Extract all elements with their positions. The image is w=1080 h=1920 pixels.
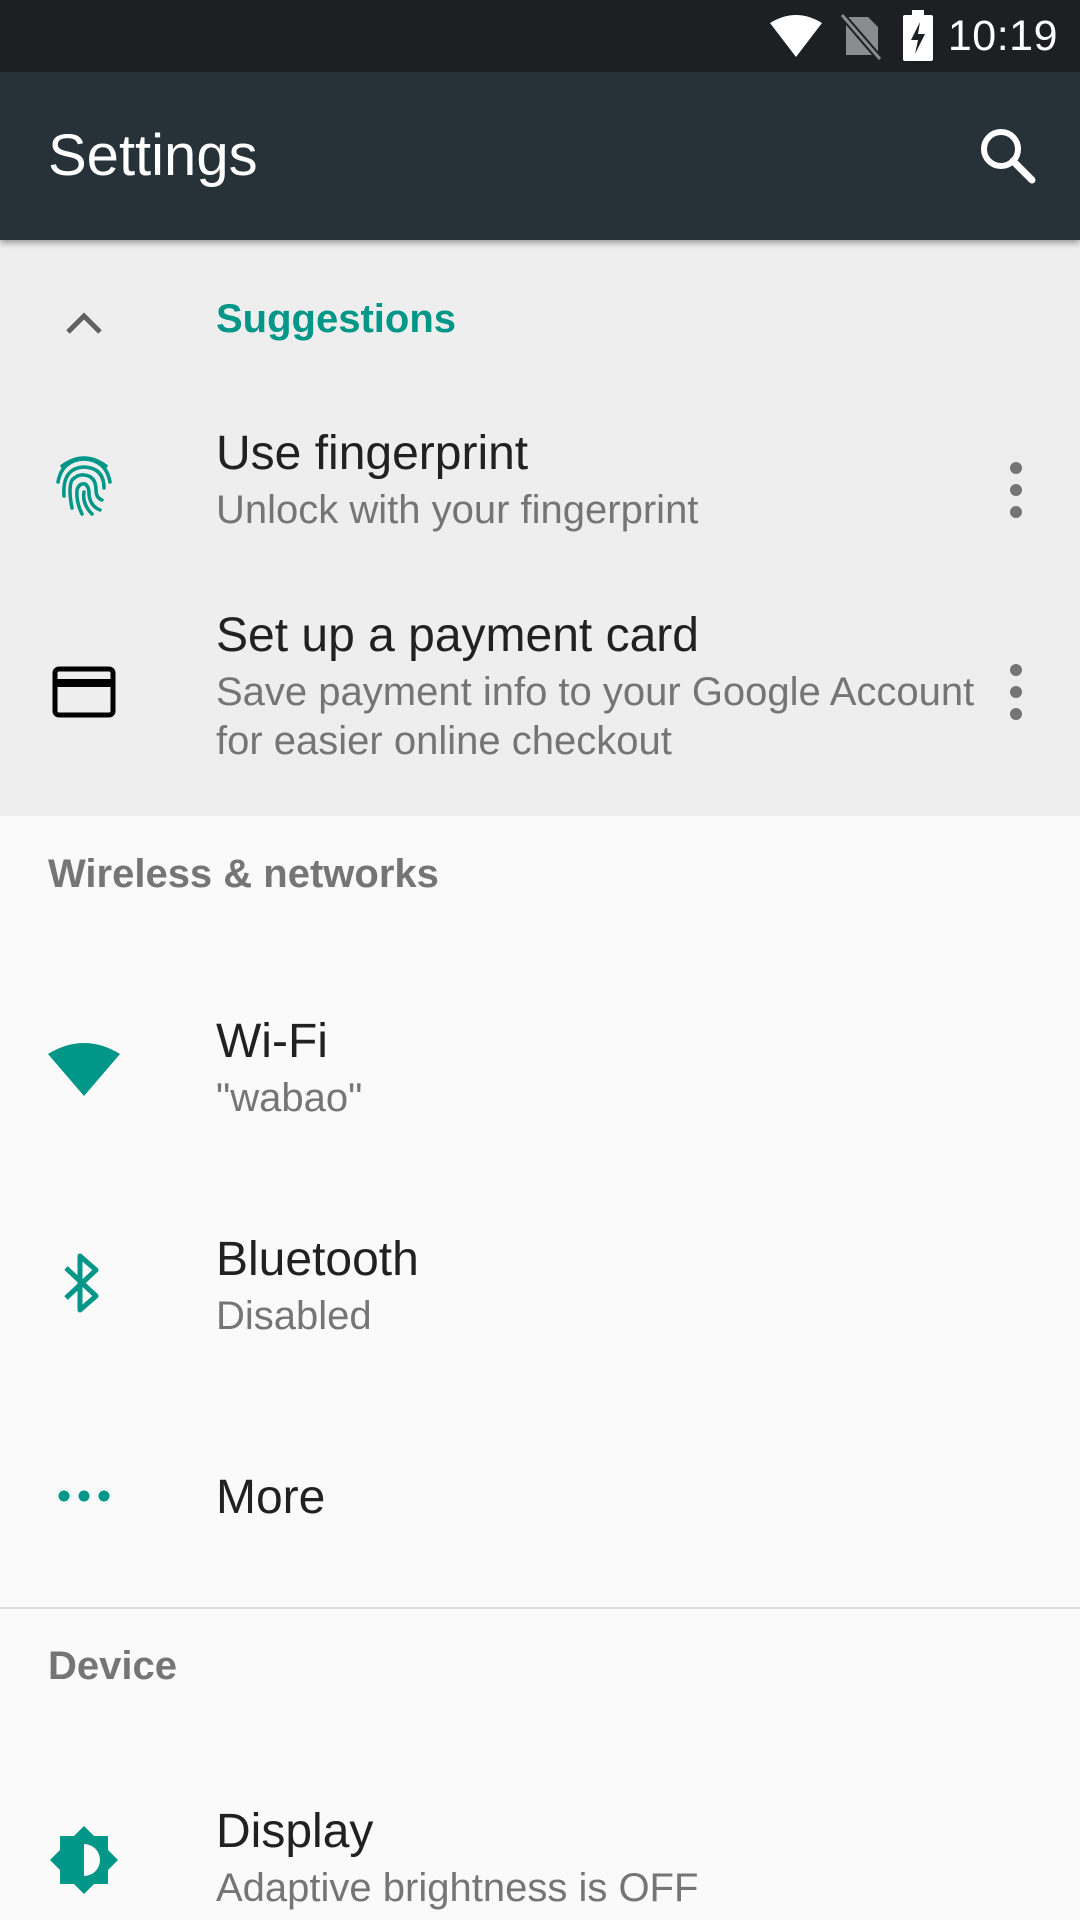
page-title: Settings <box>48 123 258 188</box>
suggestions-title: Suggestions <box>216 297 457 341</box>
settings-item-wifi[interactable]: Wi-Fi "wabao" <box>0 968 1080 1174</box>
suggestion-subtitle: Unlock with your fingerprint <box>216 488 699 532</box>
app-bar: Settings <box>0 72 1080 240</box>
suggestion-payment-card[interactable]: Set up a payment card Save payment info … <box>0 584 1080 816</box>
section-header-wireless: Wireless & networks <box>48 852 439 896</box>
item-subtitle: Adaptive brightness is OFF <box>216 1866 699 1910</box>
status-clock: 10:19 <box>947 11 1058 60</box>
fingerprint-icon <box>56 456 112 516</box>
status-bar: 10:19 <box>0 0 1080 72</box>
status-icons: 10:19 <box>768 0 1058 72</box>
suggestion-title: Use fingerprint <box>216 427 529 480</box>
item-subtitle: Disabled <box>216 1294 372 1338</box>
settings-item-display[interactable]: Display Adaptive brightness is OFF <box>0 1760 1080 1920</box>
item-title: Bluetooth <box>216 1233 419 1286</box>
credit-card-icon <box>52 666 116 718</box>
item-title: Display <box>216 1805 374 1858</box>
suggestion-subtitle: Save payment info to your Google Account… <box>216 670 975 763</box>
brightness-icon <box>50 1826 118 1894</box>
suggestions-header[interactable]: Suggestions <box>0 240 1080 398</box>
wifi-icon <box>769 15 822 57</box>
chevron-up-icon <box>66 312 102 334</box>
item-title: More <box>216 1471 326 1524</box>
settings-item-bluetooth[interactable]: Bluetooth Disabled <box>0 1174 1080 1390</box>
suggestion-title: Set up a payment card <box>216 609 699 662</box>
more-horiz-icon <box>58 1490 110 1502</box>
item-title: Wi-Fi <box>216 1015 328 1068</box>
section-divider <box>0 1607 1080 1609</box>
search-icon <box>981 129 1036 184</box>
section-header-device: Device <box>48 1644 177 1688</box>
more-vert-icon[interactable] <box>982 658 1050 726</box>
bluetooth-icon <box>64 1253 99 1313</box>
search-button[interactable] <box>974 122 1042 190</box>
item-subtitle: "wabao" <box>216 1076 363 1120</box>
no-sim-icon <box>839 12 883 61</box>
suggestion-use-fingerprint[interactable]: Use fingerprint Unlock with your fingerp… <box>0 398 1080 584</box>
wifi-icon <box>48 1043 120 1096</box>
battery-charging-icon <box>902 10 933 61</box>
suggestions-panel: Suggestions Use fingerprint Unlock with … <box>0 240 1080 816</box>
more-vert-icon[interactable] <box>982 456 1050 524</box>
settings-item-more[interactable]: More <box>0 1390 1080 1608</box>
